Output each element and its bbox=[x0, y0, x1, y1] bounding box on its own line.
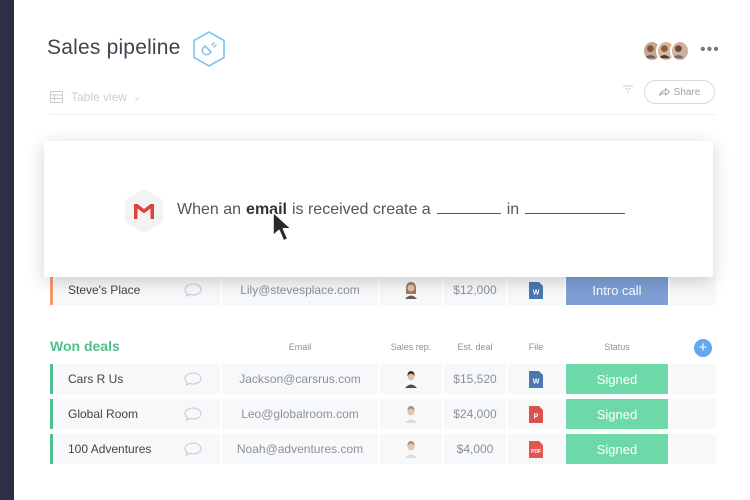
divider bbox=[50, 114, 716, 115]
board: Sales pipeline ••• Table view ⌄ Share St… bbox=[14, 0, 750, 500]
column-header-status[interactable]: Status bbox=[566, 342, 668, 352]
chat-bubble-icon[interactable] bbox=[184, 372, 202, 386]
sales-rep-cell[interactable] bbox=[380, 399, 442, 429]
mouse-cursor-icon bbox=[272, 211, 293, 242]
group-title-won-deals[interactable]: Won deals bbox=[50, 338, 120, 354]
sales-rep-cell[interactable] bbox=[380, 434, 442, 464]
row-accent bbox=[50, 434, 53, 464]
deal-cell[interactable]: $4,000 bbox=[444, 434, 506, 464]
page-title: Sales pipeline bbox=[47, 36, 181, 59]
column-header-sales-rep[interactable]: Sales rep. bbox=[380, 342, 442, 352]
svg-text:W: W bbox=[533, 378, 540, 385]
share-icon bbox=[658, 88, 670, 96]
column-header-est-deal[interactable]: Est. deal bbox=[444, 342, 506, 352]
email-cell[interactable]: Lily@stevesplace.com bbox=[222, 275, 378, 305]
deal-cell[interactable]: $24,000 bbox=[444, 399, 506, 429]
status-badge[interactable]: Signed bbox=[566, 434, 668, 464]
status-badge[interactable]: Signed bbox=[566, 399, 668, 429]
chevron-down-icon: ⌄ bbox=[133, 91, 142, 103]
avatar bbox=[405, 282, 417, 299]
table-view-icon bbox=[50, 91, 63, 103]
left-sidebar bbox=[0, 0, 14, 500]
row-accent bbox=[50, 275, 53, 305]
table-row[interactable]: Global Room Leo@globalroom.com $24,000 P… bbox=[50, 399, 716, 429]
chat-bubble-icon[interactable] bbox=[184, 442, 202, 456]
sales-rep-cell[interactable] bbox=[380, 275, 442, 305]
board-members[interactable] bbox=[642, 40, 692, 62]
empty-cell bbox=[670, 434, 716, 464]
email-cell[interactable]: Noah@adventures.com bbox=[222, 434, 378, 464]
file-cell[interactable]: W bbox=[508, 275, 564, 305]
empty-cell bbox=[670, 275, 716, 305]
more-options-icon[interactable]: ••• bbox=[700, 41, 720, 59]
file-cell[interactable]: P bbox=[508, 399, 564, 429]
recipe-sentence: When an email is received create a in bbox=[177, 200, 631, 219]
share-label: Share bbox=[673, 86, 701, 98]
word-file-icon: W bbox=[529, 370, 543, 388]
sales-rep-cell[interactable] bbox=[380, 364, 442, 394]
chat-bubble-icon[interactable] bbox=[184, 283, 202, 297]
view-label: Table view bbox=[71, 90, 128, 104]
avatar bbox=[405, 371, 417, 388]
column-header-email[interactable]: Email bbox=[222, 342, 378, 352]
row-accent bbox=[50, 364, 53, 394]
chat-bubble-icon[interactable] bbox=[184, 407, 202, 421]
recipe-text: in bbox=[506, 201, 520, 218]
deal-cell[interactable]: $12,000 bbox=[444, 275, 506, 305]
file-cell[interactable]: PDF bbox=[508, 434, 564, 464]
board-blank-field[interactable] bbox=[525, 200, 626, 214]
avatar bbox=[405, 441, 417, 458]
row-accent bbox=[50, 399, 53, 429]
powerpoint-file-icon: P bbox=[529, 405, 543, 423]
gmail-icon bbox=[125, 189, 163, 233]
integration-hex-icon[interactable] bbox=[191, 30, 227, 68]
deal-cell[interactable]: $15,520 bbox=[444, 364, 506, 394]
pdf-file-icon: PDF bbox=[529, 440, 543, 458]
avatar bbox=[405, 406, 417, 423]
empty-cell bbox=[670, 399, 716, 429]
table-row[interactable]: Steve's Place Lily@stevesplace.com $12,0… bbox=[50, 275, 716, 305]
view-selector[interactable]: Table view ⌄ bbox=[50, 88, 141, 106]
recipe-text: is received create a bbox=[291, 201, 431, 218]
email-cell[interactable]: Jackson@carsrus.com bbox=[222, 364, 378, 394]
empty-cell bbox=[670, 364, 716, 394]
svg-text:P: P bbox=[534, 413, 539, 420]
filter-icon[interactable] bbox=[623, 85, 633, 93]
share-button[interactable]: Share bbox=[644, 80, 715, 104]
table-row[interactable]: 100 Adventures Noah@adventures.com $4,00… bbox=[50, 434, 716, 464]
recipe-text: When an bbox=[177, 201, 242, 218]
svg-text:PDF: PDF bbox=[531, 449, 541, 455]
status-badge[interactable]: Intro call bbox=[566, 275, 668, 305]
file-cell[interactable]: W bbox=[508, 364, 564, 394]
word-file-icon: W bbox=[529, 281, 543, 299]
email-cell[interactable]: Leo@globalroom.com bbox=[222, 399, 378, 429]
avatar bbox=[670, 40, 690, 62]
svg-text:W: W bbox=[533, 289, 540, 296]
add-column-button[interactable]: + bbox=[694, 339, 712, 357]
status-badge[interactable]: Signed bbox=[566, 364, 668, 394]
item-blank-field[interactable] bbox=[436, 200, 501, 214]
table-row[interactable]: Cars R Us Jackson@carsrus.com $15,520 W … bbox=[50, 364, 716, 394]
automation-recipe-popup[interactable]: When an email is received create a in bbox=[44, 141, 713, 277]
column-header-file[interactable]: File bbox=[508, 342, 564, 352]
